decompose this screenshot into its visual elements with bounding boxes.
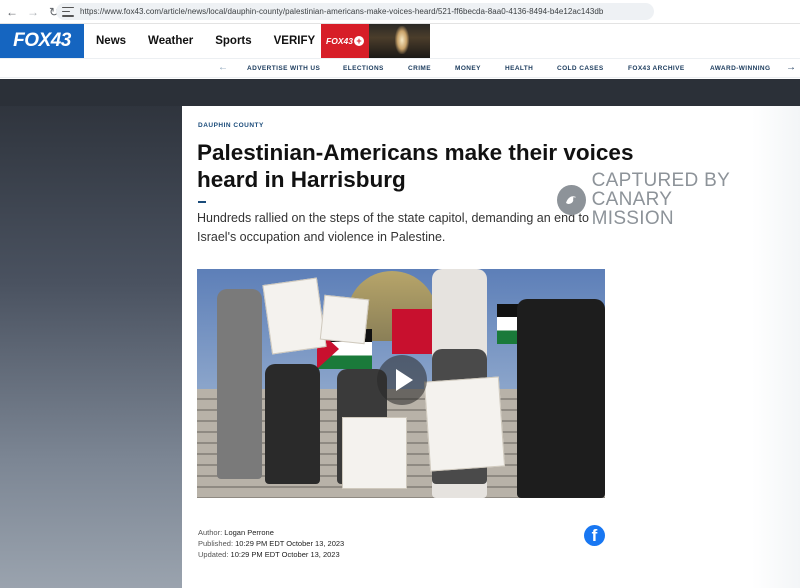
play-icon	[396, 369, 413, 391]
subnav-left-arrow-icon[interactable]: ←	[218, 62, 228, 73]
nav-verify[interactable]: VERIFY	[274, 35, 316, 47]
subnav-money[interactable]: MONEY	[455, 65, 481, 72]
fox43-logo[interactable]: FOX43	[0, 24, 84, 58]
headline-rule	[198, 201, 206, 203]
sign-bombing-kids	[262, 277, 327, 355]
article-video[interactable]	[197, 269, 605, 498]
browser-toolbar: ← → ↻ https://www.fox43.com/article/news…	[0, 0, 800, 24]
red-flag	[392, 309, 432, 354]
address-bar[interactable]: https://www.fox43.com/article/news/local…	[56, 3, 654, 20]
section-label[interactable]: DAUPHIN COUNTY	[198, 122, 264, 129]
left-gradient-panel	[0, 79, 182, 588]
canary-mission-watermark: CAPTURED BY CANARY MISSION	[557, 171, 752, 228]
author-name[interactable]: Logan Perrone	[224, 528, 274, 537]
article-meta: Author: Logan Perrone Published: 10:29 P…	[198, 527, 344, 560]
published-label: Published:	[198, 539, 234, 548]
sign-boy	[423, 376, 506, 472]
nav-sports[interactable]: Sports	[215, 35, 251, 47]
article-container: DAUPHIN COUNTY Palestinian-Americans mak…	[182, 106, 752, 588]
canary-bird-icon	[557, 184, 586, 215]
subnav-crime[interactable]: CRIME	[408, 65, 431, 72]
updated-date: 10:29 PM EDT October 13, 2023	[230, 550, 340, 559]
subnav-award-winning[interactable]: AWARD-WINNING	[710, 65, 770, 72]
person-left	[217, 289, 262, 479]
back-arrow-icon[interactable]: ←	[3, 3, 21, 21]
fox43-plus-button[interactable]: FOX43 +	[321, 24, 369, 58]
subnav-right-arrow-icon[interactable]: →	[786, 62, 796, 73]
play-button[interactable]	[377, 355, 427, 405]
watermark-line-2: CANARY MISSION	[591, 189, 674, 229]
author-label: Author:	[198, 528, 223, 537]
fox43-plus-label: FOX43	[326, 36, 353, 46]
subnav-health[interactable]: HEALTH	[505, 65, 533, 72]
url-text: https://www.fox43.com/article/news/local…	[80, 7, 604, 16]
nav-news[interactable]: News	[96, 35, 126, 47]
subnav-advertise[interactable]: ADVERTISE WITH US	[247, 65, 320, 72]
sign-free-palestine	[319, 294, 370, 345]
site-header: FOX43 News Weather Sports VERIFY FOX43 +	[0, 24, 800, 58]
sub-nav: ← ADVERTISE WITH US ELECTIONS CRIME MONE…	[0, 58, 800, 78]
live-video-thumbnail[interactable]	[369, 24, 430, 58]
right-gradient-panel	[752, 106, 800, 588]
facebook-icon[interactable]: f	[584, 525, 605, 546]
subnav-cold-cases[interactable]: COLD CASES	[557, 65, 604, 72]
woman-right	[517, 299, 605, 498]
top-dark-band	[0, 79, 800, 106]
watermark-line-1: CAPTURED BY	[591, 170, 731, 191]
main-nav: News Weather Sports VERIFY	[96, 24, 337, 58]
sign-girl	[342, 417, 407, 489]
nav-weather[interactable]: Weather	[148, 35, 193, 47]
subnav-fox43-archive[interactable]: FOX43 ARCHIVE	[628, 65, 685, 72]
site-settings-icon[interactable]	[62, 6, 74, 17]
forward-arrow-icon[interactable]: →	[24, 3, 42, 21]
updated-label: Updated:	[198, 550, 229, 559]
girl-left	[265, 364, 320, 484]
subnav-elections[interactable]: ELECTIONS	[343, 65, 384, 72]
published-date: 10:29 PM EDT October 13, 2023	[235, 539, 345, 548]
plus-icon: +	[353, 36, 364, 46]
